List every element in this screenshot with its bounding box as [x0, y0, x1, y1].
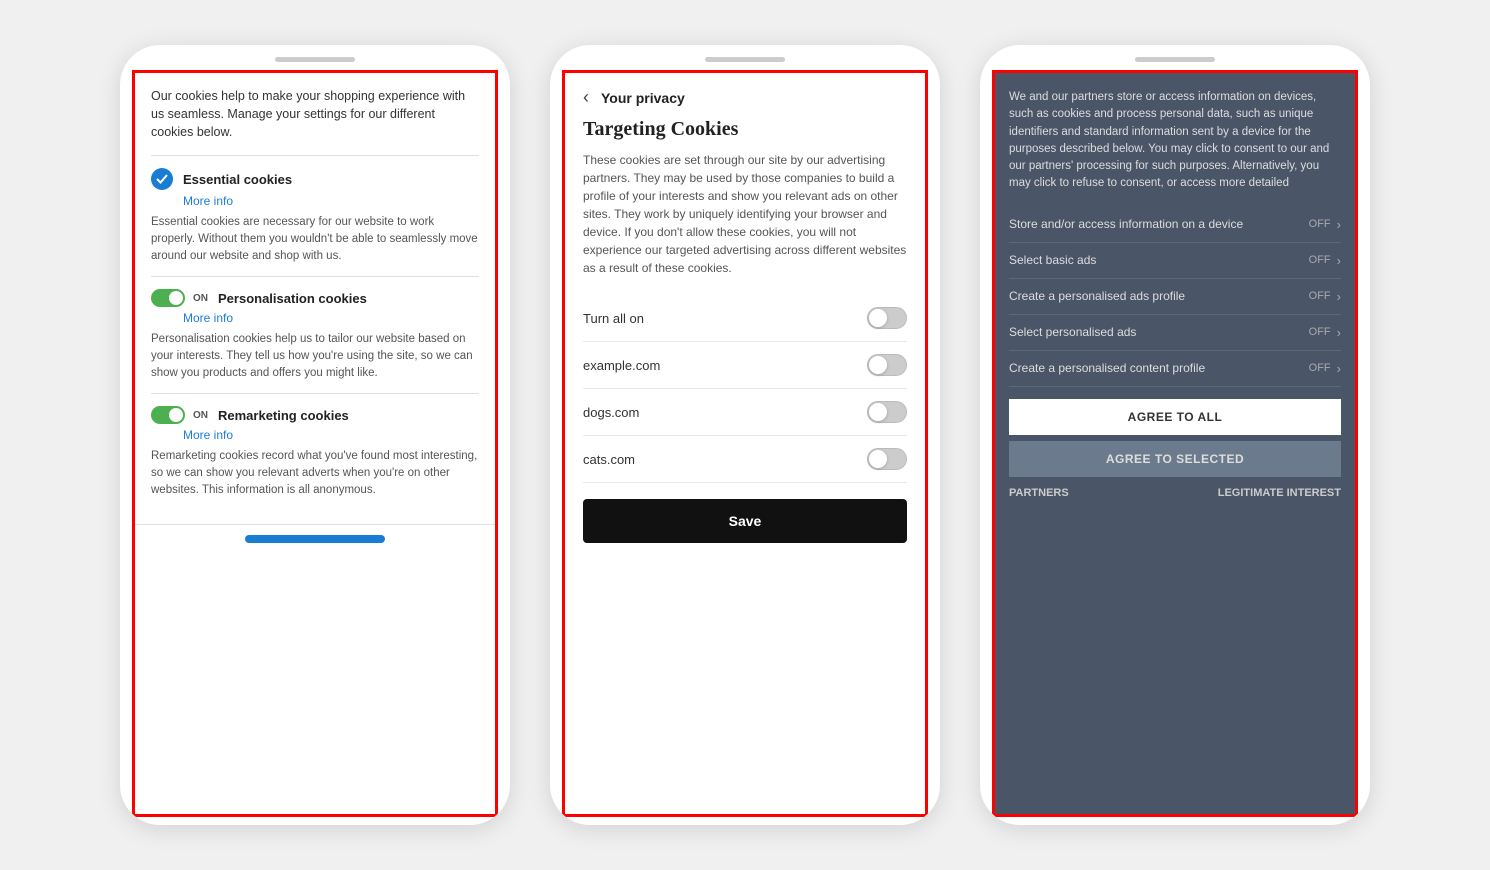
phone1-scroll-area: Our cookies help to make your shopping e…	[135, 73, 495, 524]
blue-progress-bar	[245, 535, 385, 543]
personalisation-toggle-label: ON	[193, 293, 208, 304]
phone1-bottom-bar	[135, 524, 495, 553]
phone-3: We and our partners store or access info…	[980, 45, 1370, 825]
gdpr-row-select-personalised-ads: Select personalised ads OFF ›	[1009, 315, 1341, 351]
personalisation-desc: Personalisation cookies help us to tailo…	[151, 331, 479, 381]
gdpr-personalised-ads-profile-chevron-icon[interactable]: ›	[1337, 289, 1341, 304]
gdpr-select-personalised-ads-status: OFF	[1309, 326, 1331, 338]
gdpr-select-personalised-ads-label: Select personalised ads	[1009, 325, 1309, 339]
remarketing-header: ON Remarketing cookies	[151, 406, 479, 424]
gdpr-basic-ads-chevron-icon[interactable]: ›	[1337, 253, 1341, 268]
remarketing-more-info[interactable]: More info	[183, 428, 479, 442]
gdpr-intro-text: We and our partners store or access info…	[1009, 89, 1341, 193]
phone3-content-area: We and our partners store or access info…	[992, 70, 1358, 817]
essential-header: Essential cookies	[151, 168, 479, 190]
targeting-cookies-desc: These cookies are set through our site b…	[583, 151, 907, 277]
gdpr-personalised-ads-profile-status: OFF	[1309, 290, 1331, 302]
phone2-scroll-area: ‹ Your privacy Targeting Cookies These c…	[565, 73, 925, 814]
personalisation-more-info[interactable]: More info	[183, 311, 479, 325]
gdpr-select-personalised-ads-chevron-icon[interactable]: ›	[1337, 325, 1341, 340]
gdpr-row-basic-ads: Select basic ads OFF ›	[1009, 243, 1341, 279]
remarketing-toggle-wrap: ON	[151, 406, 208, 424]
essential-check-icon	[151, 168, 173, 190]
agree-all-button[interactable]: AGREE TO ALL	[1009, 399, 1341, 435]
gdpr-bottom-links: PARTNERS LEGITIMATE INTEREST	[1009, 487, 1341, 499]
gdpr-personalised-ads-profile-right: OFF ›	[1309, 289, 1341, 304]
gdpr-basic-ads-status: OFF	[1309, 254, 1331, 266]
gdpr-row-personalised-ads-profile: Create a personalised ads profile OFF ›	[1009, 279, 1341, 315]
agree-selected-button[interactable]: AGREE TO SELECTED	[1009, 441, 1341, 477]
remarketing-cookies-section: ON Remarketing cookies More info Remarke…	[151, 393, 479, 510]
cats-com-toggle[interactable]	[867, 448, 907, 470]
phone1-content-area: Our cookies help to make your shopping e…	[132, 70, 498, 817]
remarketing-toggle-label: ON	[193, 410, 208, 421]
personalisation-title: Personalisation cookies	[218, 291, 367, 306]
example-com-row: example.com	[583, 342, 907, 389]
essential-desc: Essential cookies are necessary for our …	[151, 214, 479, 264]
phone-2: ‹ Your privacy Targeting Cookies These c…	[550, 45, 940, 825]
dogs-com-label: dogs.com	[583, 405, 639, 420]
dogs-com-row: dogs.com	[583, 389, 907, 436]
cats-com-label: cats.com	[583, 452, 635, 467]
save-button[interactable]: Save	[583, 499, 907, 543]
example-com-label: example.com	[583, 358, 660, 373]
phone3-scroll-area: We and our partners store or access info…	[995, 73, 1355, 814]
gdpr-content-profile-label: Create a personalised content profile	[1009, 361, 1309, 375]
gdpr-partners-link[interactable]: PARTNERS	[1009, 487, 1069, 499]
gdpr-row-content-profile: Create a personalised content profile OF…	[1009, 351, 1341, 387]
gdpr-store-right: OFF ›	[1309, 217, 1341, 232]
gdpr-store-status: OFF	[1309, 218, 1331, 230]
gdpr-content-profile-status: OFF	[1309, 362, 1331, 374]
cats-com-row: cats.com	[583, 436, 907, 483]
gdpr-select-personalised-ads-right: OFF ›	[1309, 325, 1341, 340]
gdpr-basic-ads-right: OFF ›	[1309, 253, 1341, 268]
gdpr-content-profile-chevron-icon[interactable]: ›	[1337, 361, 1341, 376]
gdpr-store-chevron-icon[interactable]: ›	[1337, 217, 1341, 232]
gdpr-store-label: Store and/or access information on a dev…	[1009, 217, 1309, 231]
essential-title: Essential cookies	[183, 172, 292, 187]
phone2-content-area: ‹ Your privacy Targeting Cookies These c…	[562, 70, 928, 817]
remarketing-toggle[interactable]	[151, 406, 185, 424]
essential-more-info[interactable]: More info	[183, 194, 479, 208]
turn-all-on-row: Turn all on	[583, 295, 907, 342]
gdpr-row-store: Store and/or access information on a dev…	[1009, 207, 1341, 243]
phone-1: Our cookies help to make your shopping e…	[120, 45, 510, 825]
gdpr-legitimate-interest-link[interactable]: LEGITIMATE INTEREST	[1218, 487, 1341, 499]
turn-all-on-label: Turn all on	[583, 311, 644, 326]
personalisation-toggle[interactable]	[151, 289, 185, 307]
phone2-nav-title: Your privacy	[601, 90, 685, 106]
personalisation-cookies-section: ON Personalisation cookies More info Per…	[151, 276, 479, 393]
remarketing-desc: Remarketing cookies record what you've f…	[151, 448, 479, 498]
example-com-toggle[interactable]	[867, 354, 907, 376]
phone2-nav: ‹ Your privacy	[583, 87, 907, 108]
personalisation-toggle-wrap: ON	[151, 289, 208, 307]
dogs-com-toggle[interactable]	[867, 401, 907, 423]
phone1-intro-text: Our cookies help to make your shopping e…	[151, 87, 479, 141]
back-arrow-icon[interactable]: ‹	[583, 87, 589, 108]
gdpr-personalised-ads-profile-label: Create a personalised ads profile	[1009, 289, 1309, 303]
gdpr-basic-ads-label: Select basic ads	[1009, 253, 1309, 267]
targeting-cookies-title: Targeting Cookies	[583, 118, 907, 141]
turn-all-on-toggle[interactable]	[867, 307, 907, 329]
remarketing-title: Remarketing cookies	[218, 408, 349, 423]
essential-cookies-section: Essential cookies More info Essential co…	[151, 155, 479, 276]
gdpr-content-profile-right: OFF ›	[1309, 361, 1341, 376]
personalisation-header: ON Personalisation cookies	[151, 289, 479, 307]
